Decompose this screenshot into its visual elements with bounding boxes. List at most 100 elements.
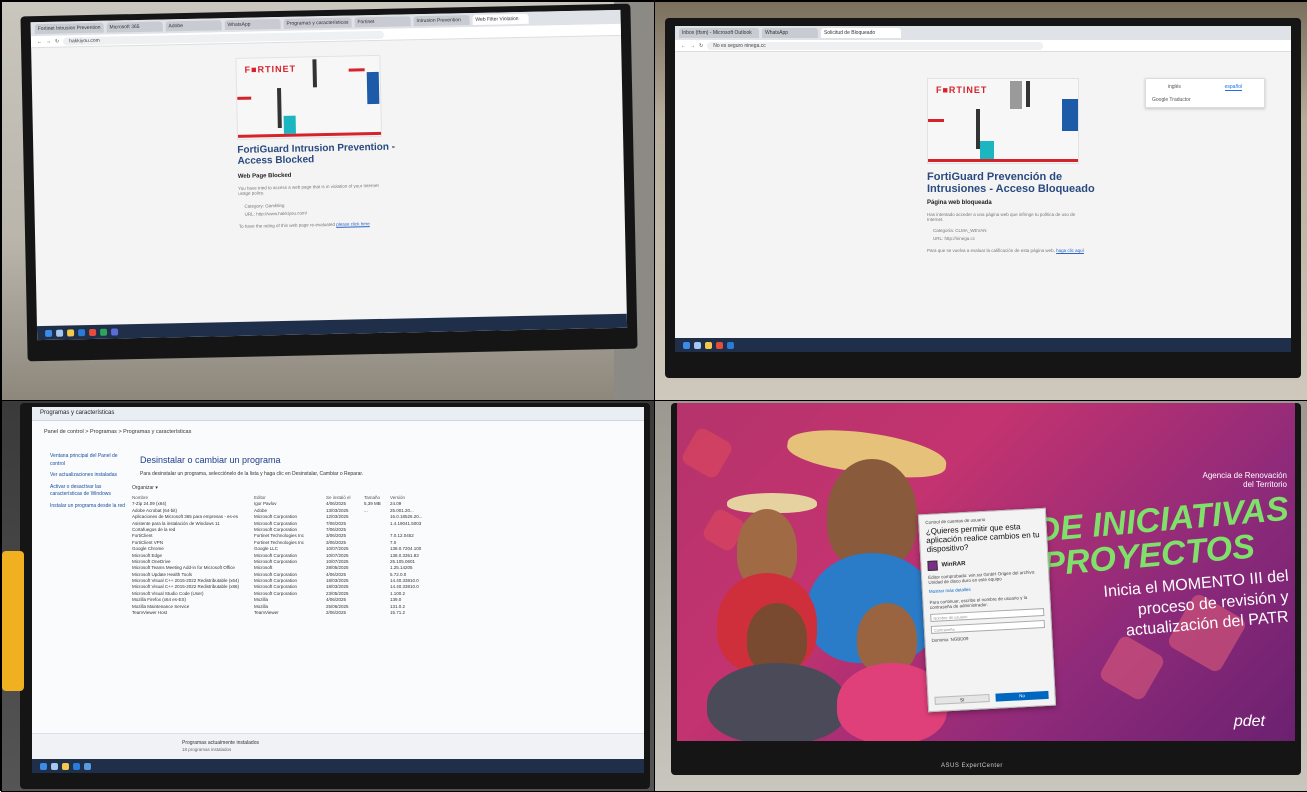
back-icon[interactable]: ← (681, 43, 686, 49)
back-icon[interactable]: ← (37, 38, 42, 44)
folder-icon[interactable] (705, 341, 712, 349)
table-body: 7-Zip 24.09 (x64) Igor Pavlov 4/06/2025 5,3… (132, 501, 432, 616)
monitor-screen: Agencia de Renovación del Territorio DE … (677, 403, 1295, 741)
browser-tab-active[interactable]: Solicitud de Bloqueado (821, 28, 901, 38)
translate-menu-label: Google Traductor (1152, 97, 1191, 103)
browser-tab[interactable]: Fortinet Intrusion Prevention (34, 22, 104, 35)
sidebar-item-network-install[interactable]: Instalar un programa desde la red (50, 503, 128, 511)
edge-icon[interactable] (73, 762, 80, 770)
browser-tab[interactable]: Microsoft 365 (106, 21, 163, 33)
pdet-logo: pdet (1233, 713, 1265, 730)
url-value: http://www.hakkiyou.com/ (256, 210, 307, 217)
program-version: 15.71.2 (390, 610, 406, 616)
monitor-screen: Inbox (tfsm) - Microsoft Outlook WhatsAp… (675, 26, 1291, 352)
page-body: Has intentado acceder a una página web q… (927, 212, 1076, 222)
organize-button[interactable]: Organizar ▾ (132, 485, 158, 491)
category-row: Category: Gambling (244, 203, 284, 209)
portrait (707, 663, 847, 741)
browser-tab[interactable]: Adobe (165, 20, 222, 32)
category-label: Categoría: (933, 228, 955, 233)
monitor-bezel: Programas y características Panel de con… (20, 403, 650, 789)
photo-panel-uac-prompt: Agencia de Renovación del Territorio DE … (654, 400, 1307, 792)
reevaluate-text: Para que se vuelva a evaluar la califica… (927, 248, 1055, 253)
translate-option[interactable]: inglés (1168, 84, 1181, 91)
control-panel-sidebar: Ventana principal del Panel de control V… (50, 453, 128, 510)
page-heading: Desinstalar o cambiar un programa (140, 455, 281, 465)
uac-yes-button[interactable]: Sí (934, 693, 990, 705)
start-icon[interactable] (40, 762, 47, 770)
browser-tab[interactable]: Programas y características (283, 17, 352, 29)
uac-no-button[interactable]: No (995, 690, 1049, 702)
sidebar-item-home[interactable]: Ventana principal del Panel de control (50, 453, 128, 468)
folder-icon[interactable] (67, 328, 75, 337)
browser-tab[interactable]: WhatsApp (224, 18, 281, 31)
chrome-icon[interactable] (716, 341, 723, 349)
url-row: URL: http://www.hakkiyou.com/ (245, 210, 307, 216)
status-text: Programas actualmente instalados (182, 740, 259, 746)
page-title: FortiGuard Intrusion Prevention - Access… (237, 141, 396, 167)
browser-tab[interactable]: Intrusion Prevention (413, 15, 470, 27)
browser-tab[interactable]: Fortinet (354, 16, 411, 28)
control-panel-icon[interactable] (84, 762, 91, 770)
reload-icon[interactable]: ↻ (699, 43, 703, 49)
reevaluate-text: To have the rating of this web page re-e… (238, 221, 335, 229)
app-icon[interactable] (100, 328, 108, 336)
window-title: Programas y características (40, 410, 115, 416)
edge-icon[interactable] (78, 328, 86, 336)
monitor-brand: ASUS ExpertCenter (941, 763, 1003, 769)
forward-icon[interactable]: → (690, 43, 695, 49)
url-label: URL: (244, 211, 255, 217)
category-row: Categoría: CLMA_WEVAN (933, 228, 986, 233)
app-icon[interactable] (111, 327, 119, 336)
program-install-date: 2/06/2025 (326, 610, 347, 616)
forward-icon[interactable]: → (46, 38, 51, 44)
search-icon[interactable] (51, 762, 58, 770)
page-body: You have tried to access a web page that… (238, 182, 379, 196)
folder-icon[interactable] (62, 762, 69, 770)
breadcrumb[interactable]: Panel de control > Programas > Programas… (44, 429, 191, 435)
browser-tab[interactable]: WhatsApp (762, 28, 818, 38)
browser-tab-active[interactable]: Web Filter Violation (472, 13, 529, 25)
start-icon[interactable] (45, 329, 53, 337)
table-row[interactable]: TeamViewer Host TeamViewer 2/06/2025 15.71.… (132, 610, 432, 616)
edge-icon[interactable] (727, 341, 734, 349)
browser-tab[interactable]: Inbox (tfsm) - Microsoft Outlook (679, 28, 759, 38)
page-title: FortiGuard Prevención de Intrusiones - A… (927, 171, 1095, 195)
search-icon[interactable] (56, 329, 64, 337)
reevaluate-link[interactable]: please click here (336, 221, 370, 227)
photo-panel-fortiguard-english: Fortinet Intrusion Prevention Microsoft … (1, 1, 655, 401)
fortinet-banner: F■RTINET (235, 54, 383, 140)
status-count: 18 programas instalados (182, 747, 232, 752)
sidebar-item-features[interactable]: Activar o desactivar las características… (50, 484, 128, 499)
page-description: Para desinstalar un programa, seleccióne… (140, 471, 364, 477)
reevaluate-link[interactable]: haga clic aquí (1056, 248, 1084, 253)
search-icon[interactable] (694, 341, 701, 349)
url-value: http://ninega.cc (944, 236, 976, 241)
sidebar-item-updates[interactable]: Ver actualizaciones instaladas (50, 472, 128, 480)
reload-icon[interactable]: ↻ (55, 38, 59, 44)
uac-app-name: WinRAR (941, 560, 966, 568)
chrome-icon[interactable] (89, 328, 97, 336)
programs-table: Nombre Editor Se instaló el Tamaño Versi… (132, 495, 432, 616)
fortinet-banner: F■RTINET (927, 78, 1079, 164)
url-label: URL: (933, 236, 944, 241)
reevaluate-row: To have the rating of this web page re-e… (239, 221, 370, 229)
monitor-bezel: Inbox (tfsm) - Microsoft Outlook WhatsAp… (665, 18, 1301, 378)
windows-taskbar (32, 759, 644, 773)
start-icon[interactable] (683, 341, 690, 349)
details-pane: Programas actualmente instalados 18 prog… (32, 733, 644, 759)
monitor-bezel: Fortinet Intrusion Prevention Microsoft … (20, 3, 638, 362)
browser-address-bar: ← → ↻ No es seguro ninega.cc (675, 40, 1291, 52)
url-field[interactable]: No es seguro ninega.cc (707, 41, 1043, 50)
program-publisher: TeamViewer (254, 610, 279, 616)
page-subtitle: Página web bloqueada (927, 200, 992, 206)
photo-panel-control-panel: Programas y características Panel de con… (1, 400, 655, 792)
program-name: TeamViewer Host (132, 610, 168, 616)
google-translate-popup: inglés español Google Traductor (1145, 78, 1265, 108)
category-value: CLMA_WEVAN (955, 228, 987, 233)
translate-option-selected[interactable]: español (1224, 84, 1243, 91)
agency-name: Agencia de Renovación del Territorio (1202, 471, 1287, 489)
windows-taskbar (36, 313, 628, 341)
category-label: Category: (244, 203, 265, 209)
page-subtitle: Web Page Blocked (237, 172, 292, 180)
